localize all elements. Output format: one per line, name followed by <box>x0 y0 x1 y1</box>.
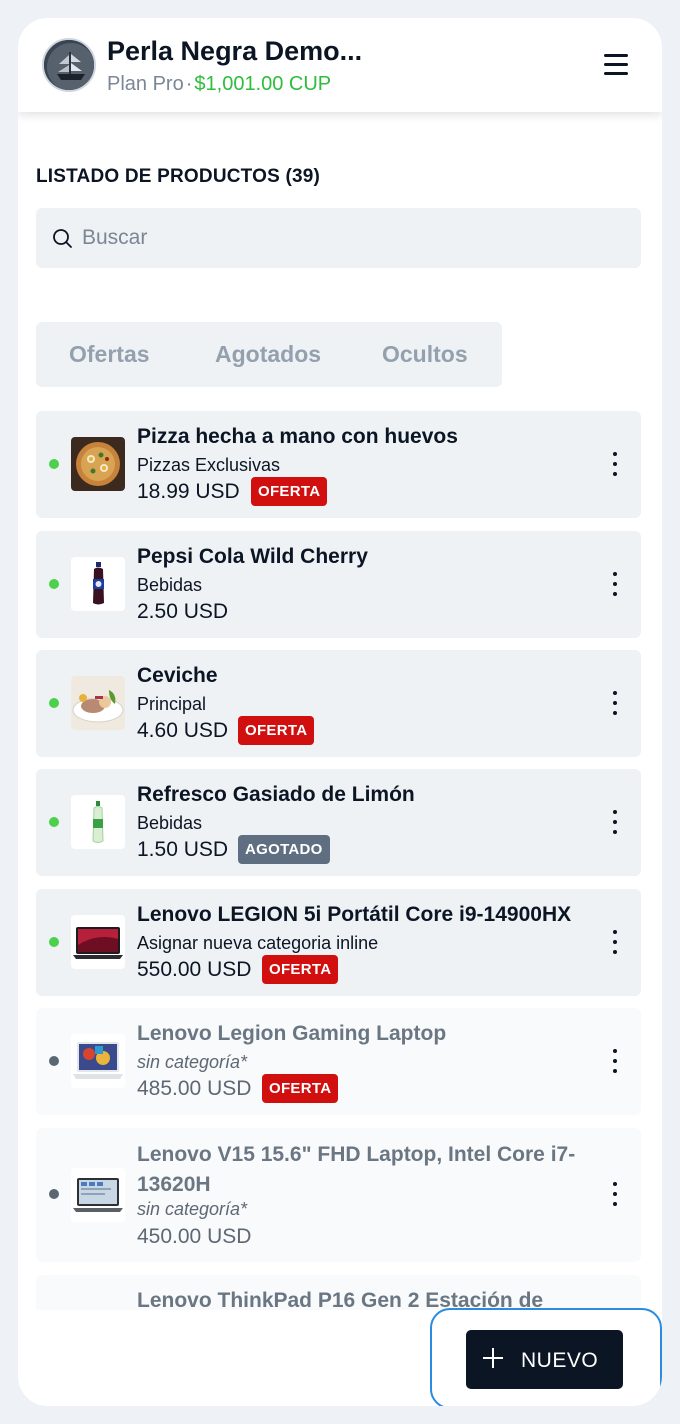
product-name: Lenovo ThinkPad P16 Gen 2 Estación de <box>137 1289 544 1310</box>
new-product-button[interactable]: NUEVO <box>466 1330 623 1389</box>
lime-soda-bottle-thumbnail <box>71 795 125 849</box>
product-card[interactable]: Lenovo LEGION 5i Portátil Core i9-14900H… <box>36 889 641 996</box>
product-name: Lenovo Legion Gaming Laptop <box>137 1022 447 1045</box>
search-input[interactable] <box>82 218 622 258</box>
tab-ofertas[interactable]: Ofertas <box>69 341 150 368</box>
app-header: Perla Negra Demo... Plan Pro · $1,001.00 C… <box>18 18 662 112</box>
status-active-dot <box>49 698 59 708</box>
status-active-dot <box>49 817 59 827</box>
search-bar[interactable] <box>36 208 641 268</box>
plan-separator: · <box>185 73 193 95</box>
product-category: sin categoría* <box>137 1052 248 1072</box>
more-options-icon[interactable] <box>607 1181 623 1207</box>
product-price: 4.60 USD <box>137 719 229 742</box>
store-name: Perla Negra Demo... <box>107 36 363 66</box>
store-balance: $1,001.00 CUP <box>194 73 332 95</box>
status-hidden-dot <box>49 1189 59 1199</box>
product-name: Pepsi Cola Wild Cherry <box>137 545 368 568</box>
tab-ocultos[interactable]: Ocultos <box>382 341 468 368</box>
more-options-icon[interactable] <box>607 451 623 477</box>
more-options-icon[interactable] <box>607 1048 623 1074</box>
product-price: 18.99 USD <box>137 480 240 503</box>
product-price: 2.50 USD <box>137 600 229 623</box>
more-options-icon[interactable] <box>607 690 623 716</box>
product-name: Pizza hecha a mano con huevos <box>137 425 458 448</box>
status-hidden-dot <box>49 1056 59 1066</box>
product-category: Bebidas <box>137 575 203 595</box>
laptop-grey-thumbnail <box>71 1168 125 1222</box>
product-price: 485.00 USD <box>137 1077 252 1100</box>
status-active-dot <box>49 937 59 947</box>
product-category: Pizzas Exclusivas <box>137 455 281 475</box>
product-card[interactable]: Lenovo V15 15.6" FHD Laptop, Intel Core … <box>36 1128 641 1262</box>
product-name: Lenovo V15 15.6" FHD Laptop, Intel Core … <box>137 1143 576 1196</box>
status-active-dot <box>49 459 59 469</box>
oferta-badge: OFERTA <box>238 716 315 745</box>
product-category: sin categoría* <box>137 1199 248 1219</box>
laptop-red-thumbnail <box>71 915 125 969</box>
plus-icon <box>483 1348 503 1368</box>
more-options-icon[interactable] <box>607 571 623 597</box>
hamburger-menu-icon[interactable] <box>602 52 632 76</box>
filter-tabs: Ofertas Agotados Ocultos <box>36 322 502 387</box>
product-price: 550.00 USD <box>137 958 252 981</box>
search-icon <box>53 229 72 248</box>
product-card[interactable]: Pepsi Cola Wild Cherry Bebidas 2.50 USD <box>36 531 641 638</box>
product-card[interactable]: Pizza hecha a mano con huevos Pizzas Exc… <box>36 411 641 518</box>
laptop-gaming-thumbnail <box>71 1034 125 1088</box>
tab-agotados[interactable]: Agotados <box>215 341 321 368</box>
status-active-dot <box>49 579 59 589</box>
product-name: Ceviche <box>137 664 218 687</box>
product-list: Pizza hecha a mano con huevos Pizzas Exc… <box>18 398 662 1310</box>
product-name: Lenovo LEGION 5i Portátil Core i9-14900H… <box>137 903 572 926</box>
more-options-icon[interactable] <box>607 809 623 835</box>
page-title: LISTADO DE PRODUCTOS (39) <box>36 166 321 187</box>
oferta-badge: OFERTA <box>262 955 339 984</box>
oferta-badge: OFERTA <box>251 477 328 506</box>
plan-info: Plan Pro · $1,001.00 CUP <box>107 73 331 96</box>
product-price: 1.50 USD <box>137 838 229 861</box>
app-screen: Perla Negra Demo... Plan Pro · $1,001.00 C… <box>18 18 662 1406</box>
oferta-badge: OFERTA <box>262 1074 339 1103</box>
ceviche-thumbnail <box>71 676 125 730</box>
product-name: Refresco Gasiado de Limón <box>137 783 415 806</box>
more-options-icon[interactable] <box>607 929 623 955</box>
product-category: Asignar nueva categoria inline <box>137 933 379 953</box>
store-avatar[interactable] <box>42 38 96 92</box>
product-card[interactable]: Lenovo ThinkPad P16 Gen 2 Estación de <box>36 1275 641 1310</box>
agotado-badge: AGOTADO <box>238 835 330 864</box>
product-card[interactable]: Refresco Gasiado de Limón Bebidas 1.50 U… <box>36 769 641 876</box>
product-category: Principal <box>137 694 207 714</box>
product-card[interactable]: Ceviche Principal 4.60 USD OFERTA <box>36 650 641 757</box>
pepsi-bottle-thumbnail <box>71 557 125 611</box>
pirate-ship-logo-icon <box>44 40 94 90</box>
pizza-thumbnail <box>71 437 125 491</box>
plan-name: Plan Pro <box>107 73 184 95</box>
product-price: 450.00 USD <box>137 1225 252 1248</box>
new-product-label: NUEVO <box>521 1349 599 1372</box>
product-category: Bebidas <box>137 813 203 833</box>
product-card[interactable]: Lenovo Legion Gaming Laptop sin categorí… <box>36 1008 641 1115</box>
